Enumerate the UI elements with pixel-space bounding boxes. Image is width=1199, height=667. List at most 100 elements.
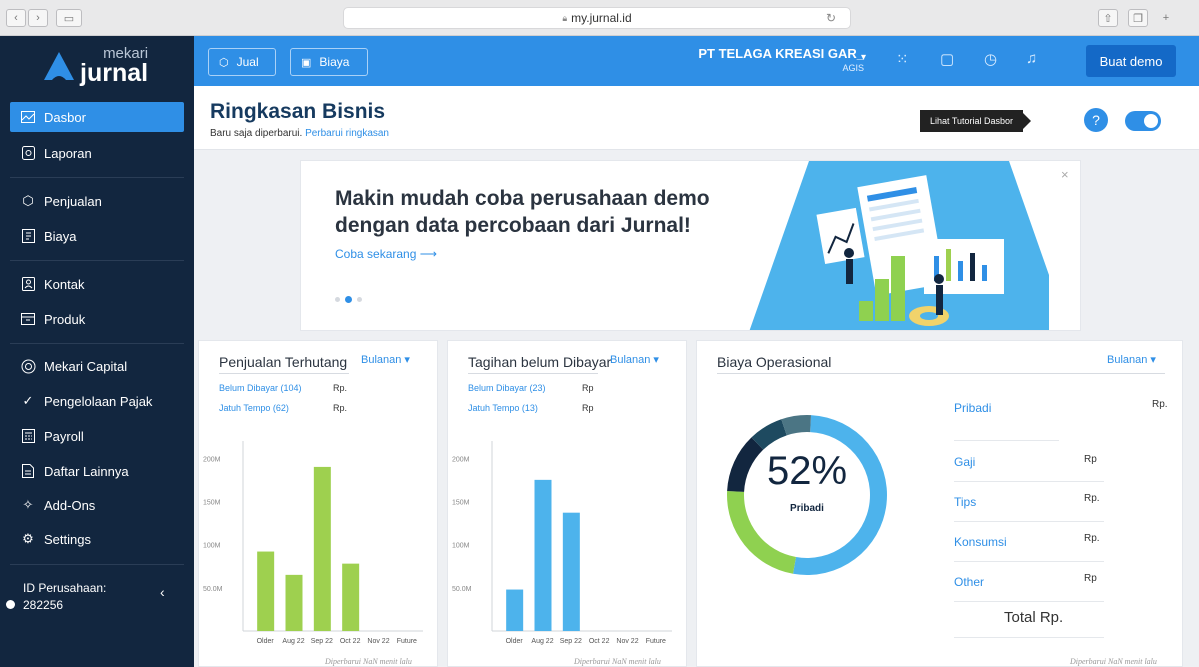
browser-toolbar: ‹ › ▭ 🔒︎ my.jurnal.id ↻ ⇧ ❐ + bbox=[0, 0, 1199, 36]
sidebar-item-label: Biaya bbox=[44, 228, 77, 244]
chevron-down-icon[interactable]: ▾ bbox=[861, 52, 866, 63]
bell-icon[interactable]: ♫ bbox=[1026, 50, 1037, 67]
unpaid-value: Rp. bbox=[333, 383, 348, 393]
x-tick-label: Older bbox=[506, 638, 524, 645]
card-title: Penjualan Terhutang bbox=[219, 354, 348, 370]
y-tick-label: 100M bbox=[452, 543, 470, 550]
apps-grid-icon[interactable]: ⁙ bbox=[896, 50, 909, 68]
jual-label: Jual bbox=[236, 55, 259, 69]
unpaid-value: Rp bbox=[582, 383, 594, 393]
banner-headline-line2: dengan data percobaan dari Jurnal! bbox=[335, 214, 691, 237]
sidebar-item-label: Mekari Capital bbox=[44, 358, 128, 374]
period-dropdown[interactable]: Bulanan ▾ bbox=[1107, 353, 1156, 366]
card-biaya-operasional: Biaya Operasional Bulanan ▾ 52% Pribadi … bbox=[696, 340, 1183, 667]
sidebar-item-settings[interactable]: ⚙ Settings bbox=[10, 524, 184, 554]
top-bar: ⬡ Jual ▣ Biaya PT TELAGA KREASI GAR_ AGI… bbox=[194, 36, 1199, 86]
x-tick-label: Aug 22 bbox=[282, 638, 304, 645]
overdue-link[interactable]: Jatuh Tempo (62) bbox=[219, 403, 289, 413]
sidebar-toggle-icon[interactable]: ▭ bbox=[56, 9, 82, 27]
reload-icon[interactable]: ↻ bbox=[826, 11, 836, 25]
bar[interactable] bbox=[257, 551, 275, 631]
donut-percentage: 52% bbox=[766, 449, 848, 493]
tutorial-toggle[interactable] bbox=[1125, 111, 1161, 131]
tabs-icon[interactable]: ❐ bbox=[1128, 9, 1148, 27]
y-tick-label: 150M bbox=[452, 499, 470, 506]
sidebar-item-add-ons[interactable]: ✧ Add-Ons bbox=[10, 490, 184, 520]
company-id-block: ID Perusahaan: 282256 bbox=[23, 580, 106, 614]
x-tick-label: Sep 22 bbox=[311, 638, 333, 645]
banner-headline: Makin mudah coba perusahaan demo dengan … bbox=[335, 185, 755, 239]
back-icon[interactable]: ‹ bbox=[6, 9, 26, 27]
bar[interactable] bbox=[285, 574, 303, 631]
expense-donut-chart bbox=[727, 415, 887, 575]
close-icon[interactable]: × bbox=[1061, 167, 1069, 182]
title-underline bbox=[468, 373, 598, 374]
sidebar-divider bbox=[10, 260, 184, 261]
sidebar-item-label: Laporan bbox=[44, 145, 92, 161]
carousel-dot-active[interactable] bbox=[345, 296, 352, 303]
x-tick-label: Aug 22 bbox=[531, 638, 553, 645]
carousel-dot[interactable] bbox=[357, 297, 362, 302]
biaya-button[interactable]: ▣ Biaya bbox=[290, 48, 368, 76]
row-divider bbox=[954, 440, 1059, 441]
bar[interactable] bbox=[313, 466, 331, 631]
box-icon bbox=[20, 311, 36, 327]
expense-item-pribadi[interactable]: Pribadi bbox=[954, 401, 991, 415]
expense-value: Rp bbox=[1084, 454, 1097, 465]
x-tick-label: Nov 22 bbox=[367, 638, 389, 645]
donut-slice[interactable] bbox=[781, 415, 811, 436]
expense-item-gaji[interactable]: Gaji bbox=[954, 455, 975, 469]
y-tick-label: 50.0M bbox=[452, 586, 472, 593]
overdue-value: Rp bbox=[582, 403, 594, 413]
sidebar-item-payroll[interactable]: Payroll bbox=[10, 421, 184, 451]
company-switcher[interactable]: PT TELAGA KREASI GAR_ bbox=[684, 46, 864, 61]
unpaid-link[interactable]: Belum Dibayar (23) bbox=[468, 383, 546, 393]
expense-item-tips[interactable]: Tips bbox=[954, 495, 976, 509]
help-icon[interactable]: ? bbox=[1084, 108, 1108, 132]
collapse-sidebar-icon[interactable]: ‹ bbox=[160, 584, 165, 600]
bar[interactable] bbox=[506, 589, 524, 631]
chat-icon[interactable]: ▢ bbox=[940, 50, 954, 68]
sidebar-item-penjualan[interactable]: ⬡ Penjualan bbox=[10, 186, 184, 216]
sidebar-item-label: Produk bbox=[44, 311, 86, 327]
expense-item-other[interactable]: Other bbox=[954, 575, 984, 589]
unpaid-link[interactable]: Belum Dibayar (104) bbox=[219, 383, 302, 393]
jual-button[interactable]: ⬡ Jual bbox=[208, 48, 276, 76]
sidebar-item-produk[interactable]: Produk bbox=[10, 304, 184, 334]
refresh-summary-link[interactable]: Perbarui ringkasan bbox=[305, 128, 389, 139]
gear-icon: ⚙ bbox=[22, 531, 34, 546]
sidebar-item-mekari-capital[interactable]: Mekari Capital bbox=[10, 351, 184, 381]
buat-demo-button[interactable]: Buat demo bbox=[1086, 45, 1176, 77]
bar[interactable] bbox=[534, 479, 552, 631]
x-tick-label: Future bbox=[646, 638, 666, 645]
donut-slice[interactable] bbox=[793, 415, 887, 575]
sidebar-item-pengelolaan-pajak[interactable]: ✓ Pengelolaan Pajak bbox=[10, 386, 184, 416]
overdue-link[interactable]: Jatuh Tempo (13) bbox=[468, 403, 538, 413]
y-tick-label: 50.0M bbox=[203, 586, 223, 593]
new-tab-icon[interactable]: + bbox=[1156, 9, 1176, 27]
sidebar-divider bbox=[10, 343, 184, 344]
cursor-dot bbox=[6, 600, 15, 609]
sidebar-item-biaya[interactable]: Biaya bbox=[10, 221, 184, 251]
period-dropdown[interactable]: Bulanan ▾ bbox=[361, 353, 410, 366]
forward-icon[interactable]: › bbox=[28, 9, 48, 27]
sidebar-item-laporan[interactable]: Laporan bbox=[10, 138, 184, 168]
bar[interactable] bbox=[562, 512, 580, 631]
sidebar-item-label: Dasbor bbox=[44, 109, 86, 125]
sidebar-item-daftar-lainnya[interactable]: Daftar Lainnya bbox=[10, 456, 184, 486]
address-bar[interactable]: 🔒︎ my.jurnal.id ↻ bbox=[343, 7, 851, 29]
try-now-link[interactable]: Coba sekarang ⟶ bbox=[335, 247, 437, 261]
chart-area-icon bbox=[20, 109, 36, 125]
sidebar-divider bbox=[10, 564, 184, 565]
brand-logo[interactable]: mekari jurnal bbox=[0, 36, 194, 98]
bar[interactable] bbox=[342, 563, 360, 631]
share-icon[interactable]: ⇧ bbox=[1098, 9, 1118, 27]
company-id-label: ID Perusahaan: bbox=[23, 581, 107, 595]
x-tick-label: Sep 22 bbox=[560, 638, 582, 645]
period-dropdown[interactable]: Bulanan ▾ bbox=[610, 353, 659, 366]
sidebar-item-dasbor[interactable]: Dasbor bbox=[10, 102, 184, 132]
clock-icon[interactable]: ◷ bbox=[984, 50, 997, 68]
sidebar-item-kontak[interactable]: Kontak bbox=[10, 269, 184, 299]
expense-item-konsumsi[interactable]: Konsumsi bbox=[954, 535, 1007, 549]
carousel-dot[interactable] bbox=[335, 297, 340, 302]
